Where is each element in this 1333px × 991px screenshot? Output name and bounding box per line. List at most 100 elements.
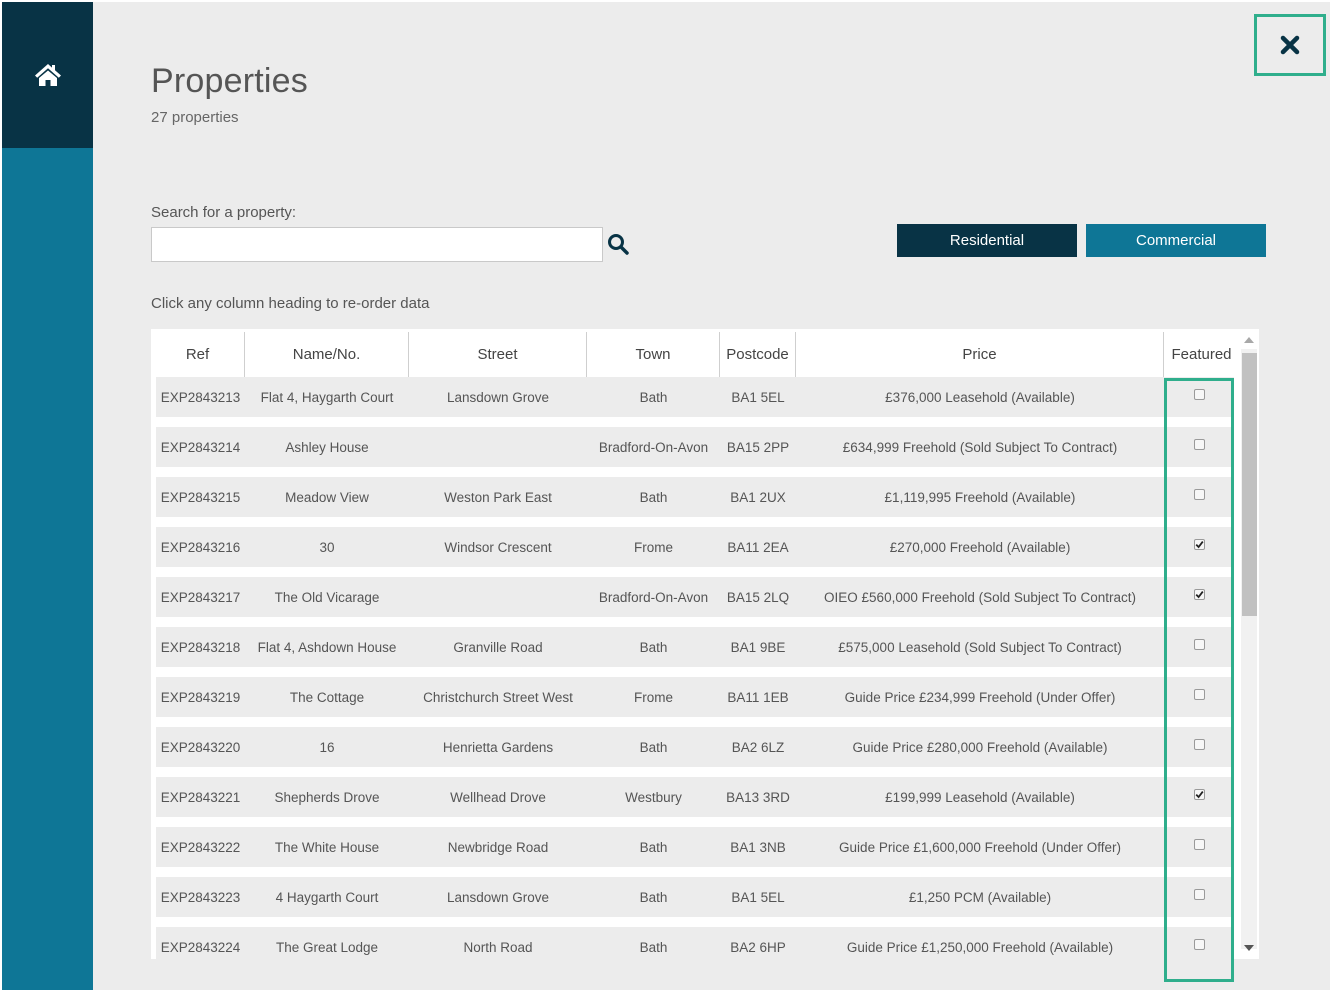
cell-featured [1164,927,1234,959]
cell-postcode: BA11 2EA [727,539,789,555]
column-header-postcode[interactable]: Postcode [720,332,796,377]
cell-street: Christchurch Street West [423,689,573,705]
column-header-featured[interactable]: Featured [1164,332,1239,377]
table-row[interactable]: EXP2843214 Ashley House Bradford-On-Avon BA… [156,427,1234,467]
scroll-down-arrow[interactable] [1244,945,1254,951]
cell-postcode: BA2 6LZ [731,739,785,755]
table-row[interactable]: EXP2843213 Flat 4, Haygarth Court Lansdown… [156,377,1234,417]
table-row[interactable]: EXP2843215 Meadow View Weston Park East Bat… [156,477,1234,517]
cell-ref: EXP2843222 [160,839,241,855]
table-scrollbar[interactable] [1239,329,1259,959]
cell-price: Guide Price £1,600,000 Freehold (Under O… [839,839,1121,855]
home-nav-item[interactable] [2,2,93,148]
search-label: Search for a property: [151,204,297,221]
featured-checkbox[interactable] [1193,438,1205,450]
cell-featured [1164,427,1234,467]
cell-name: 16 [319,739,335,755]
table-row[interactable]: EXP2843223 4 Haygarth Court Lansdown Grove… [156,877,1234,917]
table-hint: Click any column heading to re-order dat… [151,295,430,312]
cell-town: Frome [633,539,673,555]
cell-featured [1164,777,1234,817]
column-header-street[interactable]: Street [409,332,587,377]
featured-checkbox[interactable] [1193,788,1205,800]
table-row[interactable]: EXP2843220 16 Henrietta Gardens Bath BA2 6LZ… [156,727,1234,767]
cell-ref: EXP2843220 [160,739,241,755]
cell-town: Bath [639,889,668,905]
cell-featured [1164,627,1234,667]
cell-name: The Great Lodge [275,939,379,955]
cell-postcode: BA1 5EL [731,389,785,405]
featured-checkbox[interactable] [1193,888,1205,900]
cell-street: Lansdown Grove [446,389,550,405]
cell-price: £1,250 PCM (Available) [908,889,1052,905]
table-row[interactable]: EXP2843219 The Cottage Christchurch Street… [156,677,1234,717]
table-row[interactable]: EXP2843216 30 Windsor Crescent Frome BA11 2E… [156,527,1234,567]
cell-town: Bath [639,639,668,655]
cell-price: £270,000 Freehold (Available) [889,539,1071,555]
cell-featured [1164,377,1234,417]
table-row[interactable]: EXP2843222 The White House Newbridge Road B… [156,827,1234,867]
featured-checkbox[interactable] [1193,738,1205,750]
table-header: Ref Name/No. Street Town Postcode Price … [151,329,1239,377]
cell-ref: EXP2843221 [160,789,241,805]
search-icon[interactable] [606,232,630,256]
table-row[interactable]: EXP2843224 The Great Lodge North Road Bath B… [156,927,1234,959]
featured-checkbox[interactable] [1193,538,1205,550]
commercial-button[interactable]: Commercial [1086,224,1266,257]
featured-checkbox[interactable] [1193,638,1205,650]
cell-street: Windsor Crescent [444,539,552,555]
scrollbar-thumb[interactable] [1242,353,1257,616]
app-window: Properties 27 properties Search for a pr… [2,2,1330,990]
cell-postcode: BA1 2UX [730,489,786,505]
cell-name: The Old Vicarage [274,589,380,605]
cell-ref: EXP2843224 [160,939,241,955]
cell-town: Westbury [625,789,682,805]
cell-street: North Road [463,939,533,955]
page-title: Properties [151,62,308,100]
featured-checkbox[interactable] [1193,588,1205,600]
featured-checkbox[interactable] [1193,938,1205,950]
cell-featured [1164,577,1234,617]
checkmark-icon [1195,590,1204,598]
cell-price: £634,999 Freehold (Sold Subject To Contr… [842,439,1118,455]
close-icon[interactable] [1280,35,1300,55]
column-header-ref[interactable]: Ref [151,332,245,377]
column-header-town[interactable]: Town [587,332,720,377]
cell-town: Bath [639,839,668,855]
cell-name: Meadow View [285,489,369,505]
cell-town: Bath [639,489,668,505]
table-row[interactable]: EXP2843217 The Old Vicarage Bradford-On-Av… [156,577,1234,617]
scroll-up-arrow[interactable] [1244,337,1254,343]
cell-street: Wellhead Drove [450,789,546,805]
featured-checkbox[interactable] [1193,488,1205,500]
cell-name: Flat 4, Haygarth Court [260,389,394,405]
cell-postcode: BA1 5EL [731,889,785,905]
featured-checkbox[interactable] [1193,688,1205,700]
cell-ref: EXP2843213 [160,389,241,405]
home-icon[interactable] [34,63,62,87]
cell-town: Bath [639,389,668,405]
cell-ref: EXP2843219 [160,689,241,705]
cell-featured [1164,877,1234,917]
cell-street: Weston Park East [444,489,552,505]
search-input[interactable] [151,227,603,262]
cell-town: Bath [639,739,668,755]
cell-price: Guide Price £1,250,000 Freehold (Availab… [846,939,1114,955]
column-header-name[interactable]: Name/No. [245,332,409,377]
table-row[interactable]: EXP2843218 Flat 4, Ashdown House Granville… [156,627,1234,667]
cell-street: Granville Road [453,639,543,655]
featured-checkbox[interactable] [1193,838,1205,850]
close-button[interactable] [1254,14,1326,76]
cell-postcode: BA15 2PP [726,439,790,455]
cell-name: Flat 4, Ashdown House [257,639,397,655]
column-header-price[interactable]: Price [796,332,1164,377]
cell-postcode: BA2 6HP [730,939,786,955]
cell-name: 4 Haygarth Court [275,889,379,905]
residential-button[interactable]: Residential [897,224,1077,257]
featured-checkbox[interactable] [1193,388,1205,400]
cell-name: Ashley House [285,439,369,455]
cell-ref: EXP2843214 [160,439,241,455]
cell-name: The Cottage [289,689,365,705]
cell-price: OIEO £560,000 Freehold (Sold Subject To … [824,589,1136,605]
table-row[interactable]: EXP2843221 Shepherds Drove Wellhead Drove W… [156,777,1234,817]
